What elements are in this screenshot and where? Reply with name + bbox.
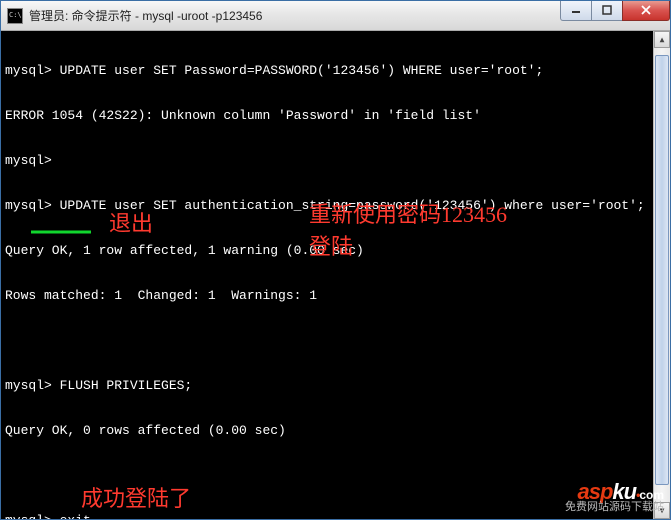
terminal-line: mysql> UPDATE user SET Password=PASSWORD… [5,63,666,78]
window-title: 管理员: 命令提示符 - mysql -uroot -p123456 [29,7,561,24]
terminal-output[interactable]: mysql> UPDATE user SET Password=PASSWORD… [1,31,670,519]
close-icon [640,5,652,15]
scroll-thumb[interactable] [655,55,669,485]
terminal-line: mysql> [5,153,666,168]
watermark-sub: 免费网站源码下载站 [565,501,664,513]
terminal-line: Rows matched: 1 Changed: 1 Warnings: 1 [5,288,666,303]
terminal-line: ERROR 1054 (42S22): Unknown column 'Pass… [5,108,666,123]
watermark-com: com [639,488,664,502]
minimize-button[interactable] [560,1,592,21]
titlebar[interactable]: 管理员: 命令提示符 - mysql -uroot -p123456 [1,1,670,31]
maximize-button[interactable] [591,1,623,21]
terminal-line [5,468,666,483]
terminal-line: mysql> exit [5,513,666,519]
close-button[interactable] [622,1,670,21]
cmd-icon [7,8,23,24]
terminal-line: Query OK, 0 rows affected (0.00 sec) [5,423,666,438]
terminal-line [5,333,666,348]
terminal-line: Query OK, 1 row affected, 1 warning (0.0… [5,243,666,258]
watermark: aspku•com 免费网站源码下载站 [565,486,664,513]
window-buttons [561,1,670,23]
terminal-line: mysql> UPDATE user SET authentication_st… [5,198,666,213]
vertical-scrollbar[interactable]: ▲ ▼ [653,31,670,519]
terminal-line: mysql> FLUSH PRIVILEGES; [5,378,666,393]
watermark-brand: aspku•com [565,486,664,501]
minimize-icon [571,5,581,15]
scroll-up-button[interactable]: ▲ [654,31,670,48]
app-window: 管理员: 命令提示符 - mysql -uroot -p123456 mysql… [0,0,671,520]
maximize-icon [602,5,612,15]
